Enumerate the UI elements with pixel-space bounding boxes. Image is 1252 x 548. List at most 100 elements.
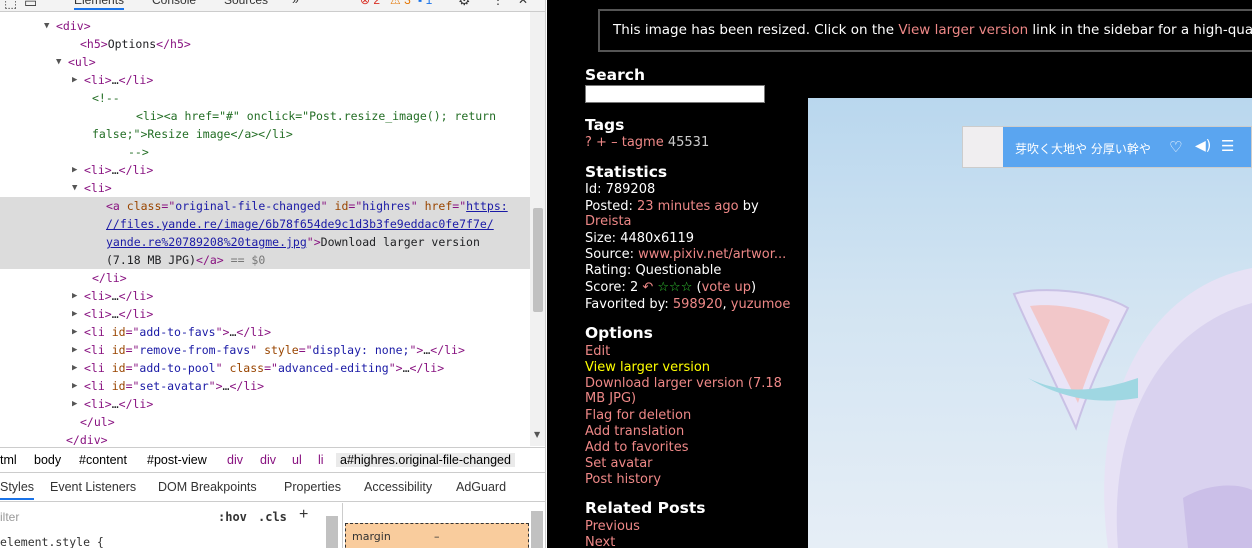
dom-node-line[interactable]: (7.18 MB JPG)</a> == $0 (106, 251, 265, 269)
scroll-down-arrow-icon[interactable]: ▼ (534, 430, 540, 439)
box-scroll-thumb[interactable] (531, 511, 543, 548)
collapse-triangle-icon[interactable]: ▶ (72, 341, 77, 359)
crumb-div-1[interactable]: div (227, 453, 243, 467)
collapse-triangle-icon[interactable]: ▶ (72, 161, 77, 179)
set-avatar-link[interactable]: Set avatar (585, 455, 653, 472)
collapse-triangle-icon[interactable]: ▶ (72, 323, 77, 341)
dom-node-line[interactable]: ▶ <li id="add-to-pool" class="advanced-ed… (72, 359, 444, 377)
dom-node-line[interactable]: ▶ <li id="add-to-favs">…</li> (72, 323, 271, 341)
add-favorites-link[interactable]: Add to favorites (585, 439, 689, 456)
dom-node-line[interactable]: <li><a href="#" onclick="Post.resize_ima… (136, 107, 496, 125)
tab-dom-breakpoints[interactable]: DOM Breakpoints (158, 480, 257, 494)
device-icon[interactable]: ▭ (24, 0, 37, 12)
poster-link[interactable]: Dreista (585, 214, 632, 229)
add-translation-link[interactable]: Add translation (585, 423, 684, 440)
collapse-triangle-icon[interactable]: ▶ (72, 359, 77, 377)
tab-styles[interactable]: Styles (0, 480, 35, 500)
vote-stars[interactable]: ☆☆☆ (657, 280, 692, 295)
collapse-triangle-icon[interactable]: ▶ (72, 71, 77, 89)
box-margin[interactable]: margin – (345, 523, 529, 548)
collapse-triangle-icon[interactable]: ▶ (72, 395, 77, 413)
search-input[interactable] (585, 85, 765, 103)
dom-node-line[interactable]: //files.yande.re/image/6b78f654de9c1d3b3… (106, 215, 494, 233)
hov-button[interactable]: :hov (218, 510, 247, 524)
info-badge[interactable]: ▪ 1 (418, 0, 432, 10)
next-link[interactable]: Next (585, 534, 615, 548)
element-style-rule[interactable]: element.style { (0, 535, 104, 548)
expand-triangle-icon[interactable]: ▼ (56, 53, 61, 71)
dom-tree[interactable]: ▼ <div> <h5>Options</h5> ▼ <ul> ▶ <li>…</li> <!… (0, 12, 530, 446)
dom-node-line[interactable]: ▶ <li id="remove-from-favs" style="displa… (72, 341, 465, 359)
crumb-html[interactable]: tml (0, 453, 17, 467)
tab-elements[interactable]: Elements (74, 0, 125, 10)
tag-wiki-link[interactable]: ? (585, 135, 592, 150)
crumb-ul[interactable]: ul (292, 453, 302, 467)
dom-node-line[interactable]: ▶ <li>…</li> (72, 287, 153, 305)
tag-link[interactable]: tagme (622, 135, 664, 150)
collapse-triangle-icon[interactable]: ▶ (72, 377, 77, 395)
cls-button[interactable]: .cls (258, 510, 287, 524)
crumb-post-view[interactable]: #post-view (147, 453, 207, 467)
dom-node-line[interactable]: </div> (66, 431, 108, 446)
source-link[interactable]: www.pixiv.net/artwor... (638, 247, 786, 262)
dom-node-line[interactable]: </ul> (80, 413, 115, 431)
dom-node-line[interactable]: yande.re%20789208%20tagme.jpg">Download … (106, 233, 480, 251)
post-history-link[interactable]: Post history (585, 471, 661, 488)
flag-deletion-link[interactable]: Flag for deletion (585, 407, 691, 424)
collapse-triangle-icon[interactable]: ▶ (72, 305, 77, 323)
crumb-content[interactable]: #content (79, 453, 127, 467)
tab-adguard[interactable]: AdGuard (456, 480, 506, 494)
dom-node-line[interactable]: <h5>Options</h5> (80, 35, 191, 53)
heart-icon[interactable]: ♡ (1169, 138, 1182, 156)
crumb-highres[interactable]: a#highres.original-file-changed (336, 453, 515, 467)
tag-add-link[interactable]: + (596, 135, 607, 150)
crumb-li[interactable]: li (318, 453, 324, 467)
tab-console[interactable]: Console (152, 0, 196, 10)
dom-node-line[interactable]: ▼ <div> (44, 17, 91, 35)
dom-node-line[interactable]: false;">Resize image</a></li> (92, 125, 293, 143)
dom-node-line[interactable]: ▶ <li>…</li> (72, 161, 153, 179)
download-larger-link-cont[interactable]: MB JPG) (585, 390, 636, 407)
kebab-menu-icon[interactable]: ⋮ (492, 0, 504, 10)
dom-node-line[interactable]: <!-- (92, 89, 120, 107)
tab-accessibility[interactable]: Accessibility (364, 480, 432, 494)
crumb-body[interactable]: body (34, 453, 61, 467)
warning-badge[interactable]: ⚠ 3 (390, 0, 411, 10)
dom-node-line[interactable]: ▶ <li>…</li> (72, 395, 153, 413)
dom-node-line[interactable]: ▼ <li> (72, 179, 112, 197)
dom-node-line[interactable]: ▶ <li id="set-avatar">…</li> (72, 377, 264, 395)
filter-input[interactable]: ilter (0, 510, 19, 524)
styles-scroll-thumb[interactable] (326, 516, 338, 548)
playlist-icon[interactable]: ☰ (1221, 137, 1234, 155)
cursor-icon[interactable]: ⬚ (4, 0, 17, 12)
dom-node-line[interactable]: </li> (92, 269, 127, 287)
expand-triangle-icon[interactable]: ▼ (72, 179, 77, 197)
dom-node-line[interactable]: ▶ <li>…</li> (72, 305, 153, 323)
tag-remove-link[interactable]: – (611, 135, 618, 150)
dom-node-line[interactable]: <a class="original-file-changed" id="hig… (106, 197, 508, 215)
add-rule-button[interactable]: + (299, 506, 308, 524)
view-larger-link[interactable]: View larger version (585, 359, 710, 376)
dom-node-line[interactable]: ▶ <li>…</li> (72, 71, 153, 89)
dom-node-line[interactable]: --> (128, 143, 149, 161)
edit-link[interactable]: Edit (585, 343, 610, 360)
dom-node-line[interactable]: ▼ <ul> (56, 53, 96, 71)
notice-view-larger-link[interactable]: View larger version (898, 22, 1028, 38)
vote-up-link[interactable]: vote up (702, 280, 751, 295)
gear-icon[interactable]: ⚙ (458, 0, 471, 10)
close-icon[interactable]: ✕ (518, 0, 528, 10)
dom-scroll-thumb[interactable] (533, 208, 543, 312)
posted-time-link[interactable]: 23 minutes ago (637, 199, 739, 214)
more-tabs-button[interactable]: » (292, 0, 299, 10)
fav-user-link-2[interactable]: yuzumoe (731, 297, 791, 312)
undo-vote-icon[interactable]: ↶ (642, 280, 653, 295)
ad-banner[interactable]: 芽吹く大地や 分厚い幹や ♡ ◀) ☰ (962, 126, 1252, 168)
collapse-triangle-icon[interactable]: ▶ (72, 287, 77, 305)
expand-triangle-icon[interactable]: ▼ (44, 17, 49, 35)
tab-sources[interactable]: Sources (224, 0, 268, 10)
fav-user-link-1[interactable]: 598920 (673, 297, 723, 312)
tab-properties[interactable]: Properties (284, 480, 341, 494)
error-badge[interactable]: ⊗ 2 (360, 0, 380, 10)
tab-event-listeners[interactable]: Event Listeners (50, 480, 136, 494)
crumb-div-2[interactable]: div (260, 453, 276, 467)
